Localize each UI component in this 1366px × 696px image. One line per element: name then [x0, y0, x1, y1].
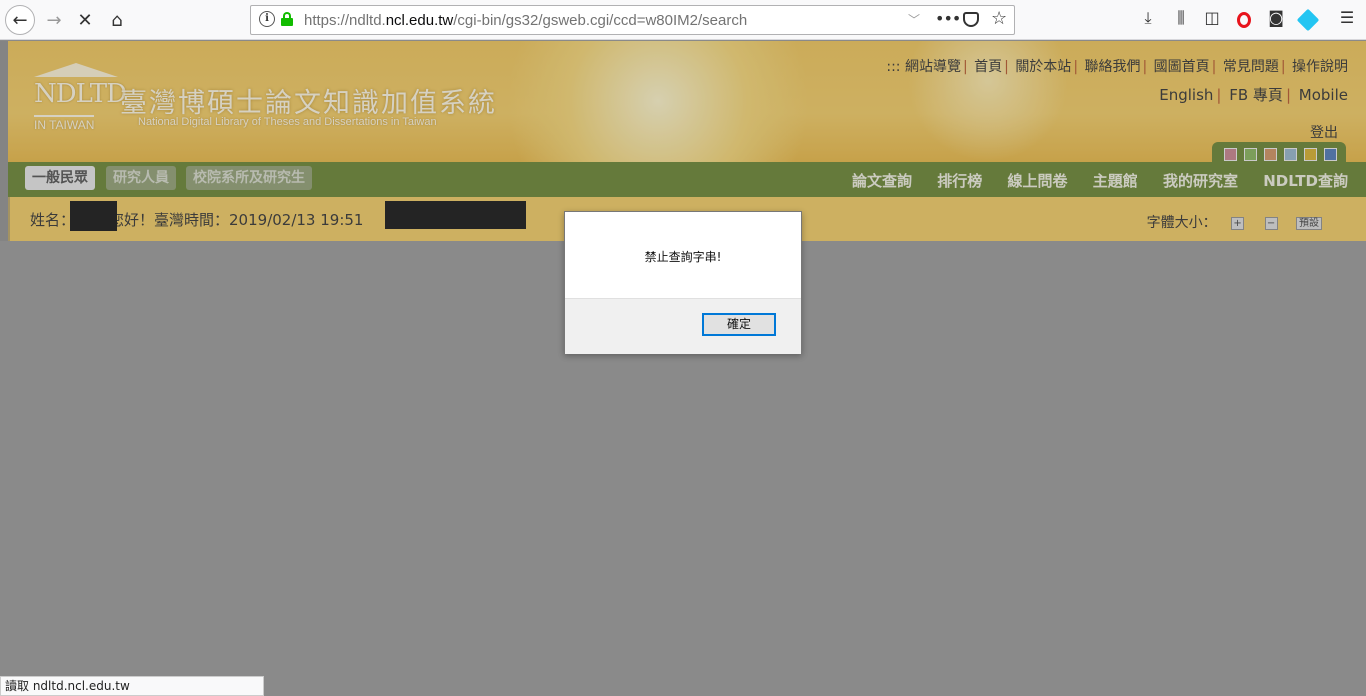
logo-sub: IN TAIWAN	[34, 115, 95, 132]
back-arrow-icon[interactable]: ←	[5, 5, 35, 35]
address-bar[interactable]: i https://ndltd.ncl.edu.tw/cgi-bin/gs32/…	[250, 5, 1015, 35]
font-size-controls: 字體大小： + − 預設	[1147, 212, 1322, 232]
status-bar: 讀取 ndltd.ncl.edu.tw	[0, 676, 264, 696]
home-icon[interactable]: ⌂	[103, 6, 131, 34]
site-title-zh: 臺灣博碩士論文知識加值系統	[120, 88, 497, 119]
link-sitemap[interactable]: ::: 網站導覽	[886, 59, 961, 75]
theme-swatches	[1212, 142, 1346, 164]
theme-swatch-orange[interactable]	[1264, 148, 1277, 161]
theme-swatch-pink[interactable]	[1224, 148, 1237, 161]
font-default-button[interactable]: 預設	[1296, 216, 1322, 230]
bookmark-star-icon[interactable]: ☆	[991, 8, 1007, 29]
nav-thesis-search[interactable]: 論文查詢	[852, 172, 912, 190]
link-help[interactable]: 操作說明	[1292, 59, 1348, 75]
greeting-text: 您好！臺灣時間：2019/02/13 19:51	[109, 211, 364, 229]
cube-extension-icon[interactable]	[1296, 8, 1320, 32]
alert-footer: 確定	[565, 298, 801, 354]
font-size-label: 字體大小：	[1146, 215, 1217, 231]
main-nav-bar: 一般民眾 研究人員 校院系所及研究生 論文查詢 排行榜 線上問卷 主題館 我的研…	[8, 162, 1366, 197]
nav-survey[interactable]: 線上問卷	[1007, 172, 1067, 190]
greeting-name-label: 姓名：	[30, 211, 76, 229]
alert-dialog: 禁止查詢字串! 確定	[564, 211, 802, 354]
browser-toolbar: ← → ✕ ⌂ i https://ndltd.ncl.edu.tw/cgi-b…	[0, 0, 1366, 40]
extension-icon[interactable]: ◙	[1265, 8, 1287, 27]
url-path: /cgi-bin/gs32/gsweb.cgi/ccd=w80IM2/searc…	[453, 12, 748, 29]
stop-icon[interactable]: ✕	[71, 6, 99, 34]
language-links: English | FB 專頁 | Mobile	[1159, 86, 1348, 104]
chevron-down-icon[interactable]: ﹀	[908, 11, 920, 28]
url-text[interactable]: https://ndltd.ncl.edu.tw/cgi-bin/gs32/gs…	[304, 12, 747, 29]
font-increase-button[interactable]: +	[1231, 216, 1245, 230]
logout-link[interactable]: 登出	[1310, 122, 1338, 142]
redacted-name	[70, 201, 117, 231]
link-ncl-home[interactable]: 國圖首頁	[1154, 59, 1210, 75]
nav-ndltd-search[interactable]: NDLTD查詢	[1263, 172, 1348, 190]
theme-swatch-green[interactable]	[1244, 148, 1257, 161]
nav-my-lab[interactable]: 我的研究室	[1163, 172, 1238, 190]
tab-researcher[interactable]: 研究人員	[106, 166, 176, 190]
site-title-en: National Digital Library of Theses and D…	[138, 116, 437, 128]
link-faq[interactable]: 常見問題	[1223, 59, 1279, 75]
link-about[interactable]: 關於本站	[1015, 59, 1071, 75]
temple-roof-icon	[34, 63, 118, 77]
url-host: ncl.edu.tw	[385, 12, 454, 29]
ok-button[interactable]: 確定	[702, 313, 776, 336]
tab-general-public[interactable]: 一般民眾	[25, 166, 95, 190]
opera-icon[interactable]	[1237, 12, 1251, 28]
nav-topics[interactable]: 主題館	[1093, 172, 1138, 190]
alert-message: 禁止查詢字串!	[644, 250, 722, 264]
link-contact[interactable]: 聯絡我們	[1084, 59, 1140, 75]
link-mobile[interactable]: Mobile	[1299, 86, 1348, 104]
more-actions-icon[interactable]: •••	[935, 9, 961, 28]
theme-swatch-yellow[interactable]	[1304, 148, 1317, 161]
theme-swatch-blue[interactable]	[1324, 148, 1337, 161]
site-info-icon[interactable]: i	[259, 11, 275, 27]
lock-icon	[281, 12, 293, 26]
link-english[interactable]: English	[1159, 86, 1213, 104]
redacted-info	[385, 201, 526, 229]
url-prefix: https://ndltd.	[304, 12, 386, 29]
logo-abbrev: NDLTD	[34, 79, 127, 109]
tab-school-dept[interactable]: 校院系所及研究生	[186, 166, 312, 190]
main-nav: 論文查詢 排行榜 線上問卷 主題館 我的研究室 NDLTD查詢	[832, 170, 1348, 191]
download-icon[interactable]: ⤓	[1137, 8, 1159, 28]
top-links: ::: 網站導覽 | 首頁 | 關於本站 | 聯絡我們 | 國圖首頁 | 常見問題 | 操作…	[886, 59, 1348, 75]
font-decrease-button[interactable]: −	[1264, 216, 1278, 230]
link-facebook[interactable]: FB 專頁	[1229, 86, 1283, 104]
banner: NDLTD IN TAIWAN 臺灣博碩士論文知識加值系統 National D…	[8, 41, 1366, 164]
menu-icon[interactable]: ☰	[1336, 8, 1358, 27]
library-icon[interactable]: ⫼	[1170, 8, 1192, 28]
forward-arrow-icon[interactable]: →	[40, 6, 68, 34]
sidebar-icon[interactable]: ◫	[1201, 8, 1223, 27]
link-home[interactable]: 首頁	[974, 59, 1002, 75]
nav-ranking[interactable]: 排行榜	[937, 172, 982, 190]
pocket-icon[interactable]	[963, 12, 979, 27]
theme-swatch-lightblue[interactable]	[1284, 148, 1297, 161]
